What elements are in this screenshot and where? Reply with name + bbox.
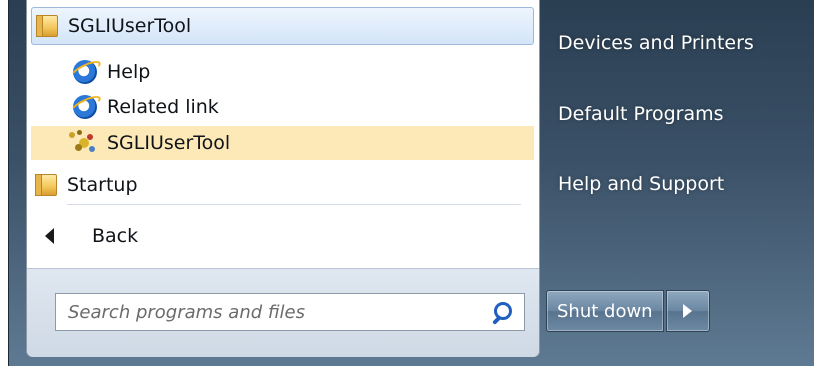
- search-box[interactable]: [55, 293, 525, 331]
- search-area: [27, 268, 539, 357]
- divider: [67, 204, 521, 205]
- program-list-panel: SGLIUserTool Help Related link SGLIUserT…: [26, 0, 540, 357]
- program-item-label: Related link: [107, 96, 219, 118]
- folder-icon: [36, 15, 58, 37]
- program-item-sgliusertool-folder[interactable]: SGLIUserTool: [31, 7, 534, 45]
- program-item-help[interactable]: Help: [31, 55, 534, 89]
- back-arrow-icon: [45, 228, 54, 244]
- program-item-sgliusertool[interactable]: SGLIUserTool: [31, 126, 534, 160]
- back-button[interactable]: Back: [31, 219, 534, 253]
- shutdown-label: Shut down: [557, 300, 653, 322]
- right-pane-default-programs[interactable]: Default Programs: [558, 103, 724, 125]
- shutdown-button[interactable]: Shut down: [546, 290, 664, 332]
- program-item-related-link[interactable]: Related link: [31, 90, 534, 124]
- shutdown-group: Shut down: [546, 290, 710, 332]
- tool-icon: [69, 130, 97, 156]
- program-item-label: SGLIUserTool: [107, 132, 231, 154]
- folder-icon: [35, 174, 57, 196]
- right-pane-help-and-support[interactable]: Help and Support: [558, 173, 724, 195]
- shutdown-options-button[interactable]: [665, 290, 710, 332]
- right-pane-devices-and-printers[interactable]: Devices and Printers: [558, 32, 754, 54]
- program-item-label: Help: [107, 61, 151, 83]
- back-label: Back: [92, 225, 139, 247]
- ie-icon: [73, 60, 97, 84]
- search-input[interactable]: [56, 294, 490, 330]
- ie-icon: [73, 95, 97, 119]
- program-item-label: Startup: [67, 174, 138, 196]
- search-icon[interactable]: [490, 300, 514, 325]
- arrow-right-icon: [683, 304, 693, 318]
- program-item-startup[interactable]: Startup: [31, 168, 534, 202]
- program-item-label: SGLIUserTool: [68, 15, 192, 37]
